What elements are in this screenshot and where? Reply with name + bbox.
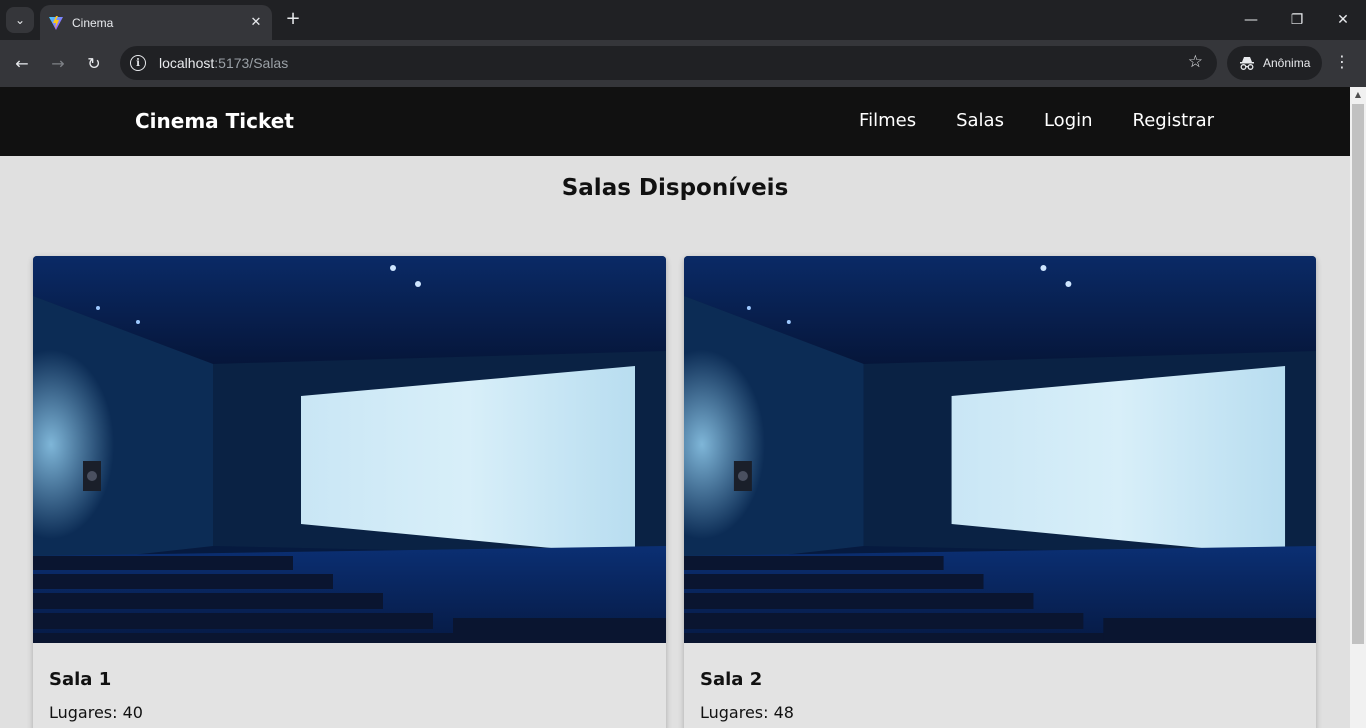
room-card-1[interactable]: Sala 1 Lugares: 40 — [33, 256, 666, 728]
nav-link-filmes[interactable]: Filmes — [859, 110, 916, 131]
forward-arrow-icon[interactable]: → — [45, 50, 71, 76]
room-name: Sala 1 — [49, 669, 112, 690]
profile-label: Anônima — [1263, 56, 1311, 70]
reload-icon[interactable]: ↻ — [81, 50, 107, 76]
site-brand[interactable]: Cinema Ticket — [135, 109, 294, 133]
browser-menu-icon[interactable]: ⋮ — [1332, 52, 1352, 71]
nav-link-registrar[interactable]: Registrar — [1133, 110, 1214, 131]
tab-search-chevron-icon[interactable]: ⌄ — [6, 7, 34, 33]
tab-close-icon[interactable]: ✕ — [248, 15, 264, 30]
nav-links: Filmes Salas Login Registrar — [859, 110, 1214, 131]
page-viewport: Cinema Ticket Filmes Salas Login Registr… — [0, 87, 1350, 728]
page-scrollbar[interactable]: ▲ — [1350, 87, 1366, 728]
room-card-2[interactable]: Sala 2 Lugares: 48 — [684, 256, 1316, 728]
browser-toolbar: ← → ↻ i localhost:5173/Salas ☆ Anônima ⋮ — [0, 40, 1366, 87]
vite-favicon-icon — [49, 15, 63, 30]
window-close-icon[interactable]: ✕ — [1320, 8, 1366, 32]
browser-tab[interactable]: Cinema ✕ — [40, 5, 272, 40]
incognito-profile-button[interactable]: Anônima — [1227, 46, 1322, 80]
scroll-up-arrow-icon[interactable]: ▲ — [1350, 87, 1366, 103]
address-bar[interactable]: i localhost:5173/Salas ☆ — [120, 46, 1217, 80]
cinema-room-image — [33, 256, 666, 643]
room-seats: Lugares: 40 — [49, 703, 143, 722]
incognito-icon — [1240, 57, 1254, 70]
scroll-thumb[interactable] — [1352, 104, 1364, 644]
room-seats: Lugares: 48 — [700, 703, 794, 722]
bookmark-star-icon[interactable]: ☆ — [1188, 52, 1203, 72]
site-info-icon[interactable]: i — [130, 55, 146, 71]
site-navbar: Cinema Ticket Filmes Salas Login Registr… — [0, 87, 1350, 156]
url-text: localhost:5173/Salas — [159, 55, 288, 71]
browser-tabbar: ⌄ Cinema ✕ + — ❐ ✕ — [0, 0, 1366, 40]
url-path: :5173/Salas — [214, 55, 289, 71]
restore-icon[interactable]: ❐ — [1274, 8, 1320, 32]
nav-link-salas[interactable]: Salas — [956, 110, 1004, 131]
new-tab-plus-icon[interactable]: + — [282, 8, 304, 30]
nav-link-login[interactable]: Login — [1044, 110, 1093, 131]
minimize-icon[interactable]: — — [1228, 8, 1274, 32]
room-name: Sala 2 — [700, 669, 763, 690]
url-host: localhost — [159, 55, 215, 71]
cinema-room-image — [684, 256, 1316, 643]
page-title: Salas Disponíveis — [561, 175, 789, 201]
back-arrow-icon[interactable]: ← — [9, 50, 35, 76]
tab-title: Cinema — [72, 15, 114, 30]
